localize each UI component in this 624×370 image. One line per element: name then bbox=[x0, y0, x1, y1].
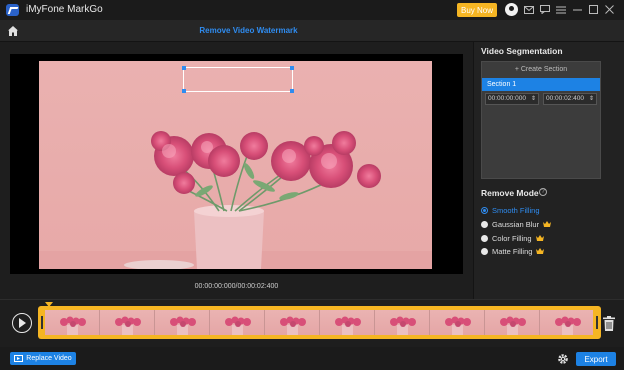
menu-icon[interactable] bbox=[555, 3, 567, 16]
minimize-icon[interactable] bbox=[571, 3, 583, 16]
crown-icon bbox=[543, 221, 552, 227]
replace-video-label: Replace Video bbox=[26, 355, 72, 362]
trim-handle-left[interactable] bbox=[41, 316, 43, 329]
resize-handle[interactable] bbox=[182, 66, 186, 70]
resize-handle[interactable] bbox=[182, 89, 186, 93]
timeline-thumbnail bbox=[485, 310, 540, 335]
radio-icon[interactable] bbox=[481, 234, 488, 242]
crown-icon bbox=[535, 235, 544, 241]
timeline-thumbnail bbox=[155, 310, 210, 335]
end-time-value: 00:00:02:400 bbox=[546, 95, 584, 102]
mode-smooth-filling[interactable]: Smooth Filling bbox=[481, 205, 540, 215]
start-time-value: 00:00:00:000 bbox=[488, 95, 526, 102]
radio-selected-icon[interactable] bbox=[481, 206, 488, 214]
timeline-track[interactable] bbox=[38, 306, 601, 339]
mode-gaussian-blur[interactable]: Gaussian Blur bbox=[481, 219, 552, 229]
resize-handle[interactable] bbox=[290, 89, 294, 93]
timeline-thumbnail bbox=[540, 310, 593, 335]
timeline-thumbnail bbox=[45, 310, 100, 335]
help-icon[interactable]: ? bbox=[539, 188, 547, 196]
maximize-icon[interactable] bbox=[587, 3, 599, 16]
timeline-thumbnail bbox=[265, 310, 320, 335]
create-section-button[interactable]: + Create Section bbox=[482, 62, 600, 77]
flowers-image bbox=[39, 131, 432, 269]
timeline-thumbnail bbox=[320, 310, 375, 335]
app-logo-icon bbox=[6, 4, 19, 16]
play-icon[interactable] bbox=[12, 313, 32, 333]
mode-label: Smooth Filling bbox=[492, 205, 540, 215]
timeline-thumbnail bbox=[210, 310, 265, 335]
chat-icon[interactable] bbox=[539, 3, 551, 16]
end-time-field[interactable]: 00:00:02:400 ⇕ bbox=[543, 93, 597, 105]
app-title: iMyFone MarkGo bbox=[26, 4, 103, 15]
app-window: iMyFone MarkGo Buy Now Remove Video Wate… bbox=[0, 0, 624, 370]
resize-handle[interactable] bbox=[290, 66, 294, 70]
trim-handle-right[interactable] bbox=[596, 316, 598, 329]
spinner-icon[interactable]: ⇕ bbox=[531, 94, 536, 104]
title-bar: iMyFone MarkGo Buy Now bbox=[0, 0, 624, 20]
thumbnail-strip bbox=[45, 310, 593, 335]
crown-icon bbox=[536, 248, 545, 254]
timeline-thumbnail bbox=[100, 310, 155, 335]
mode-color-filling[interactable]: Color Filling bbox=[481, 233, 544, 243]
mode-label: Gaussian Blur bbox=[492, 219, 540, 229]
mode-label: Color Filling bbox=[492, 233, 532, 243]
playhead-marker[interactable] bbox=[45, 302, 53, 307]
timeline-thumbnail bbox=[430, 310, 485, 335]
user-icon[interactable] bbox=[505, 3, 518, 16]
segment-list: + Create Section Section 1 00:00:00:000 … bbox=[481, 61, 601, 179]
close-icon[interactable] bbox=[603, 3, 615, 16]
video-frame bbox=[39, 61, 432, 269]
start-time-field[interactable]: 00:00:00:000 ⇕ bbox=[485, 93, 539, 105]
radio-icon[interactable] bbox=[481, 247, 488, 255]
video-icon bbox=[14, 355, 24, 362]
radio-icon[interactable] bbox=[481, 220, 488, 228]
page-title: Remove Video Watermark bbox=[199, 26, 298, 35]
timecode: 00:00:00:000/00:00:02:400 bbox=[194, 283, 279, 290]
watermark-selection-box[interactable] bbox=[182, 66, 294, 93]
export-button[interactable]: Export bbox=[576, 352, 616, 366]
segmentation-title: Video Segmentation bbox=[481, 46, 563, 56]
mail-icon[interactable] bbox=[523, 3, 535, 16]
replace-video-button[interactable]: Replace Video bbox=[10, 352, 76, 365]
buy-now-button[interactable]: Buy Now bbox=[457, 3, 497, 17]
remove-mode-title: Remove Mode bbox=[481, 188, 539, 198]
spinner-icon[interactable]: ⇕ bbox=[589, 94, 594, 104]
bottom-bar bbox=[0, 347, 624, 370]
gear-icon[interactable] bbox=[557, 353, 569, 365]
timeline-thumbnail bbox=[375, 310, 430, 335]
mode-matte-filling[interactable]: Matte Filling bbox=[481, 246, 545, 256]
section-item[interactable]: Section 1 bbox=[482, 78, 600, 91]
trash-icon[interactable] bbox=[603, 316, 615, 331]
header-bar: Remove Video Watermark bbox=[0, 20, 624, 42]
mode-label: Matte Filling bbox=[492, 246, 533, 256]
